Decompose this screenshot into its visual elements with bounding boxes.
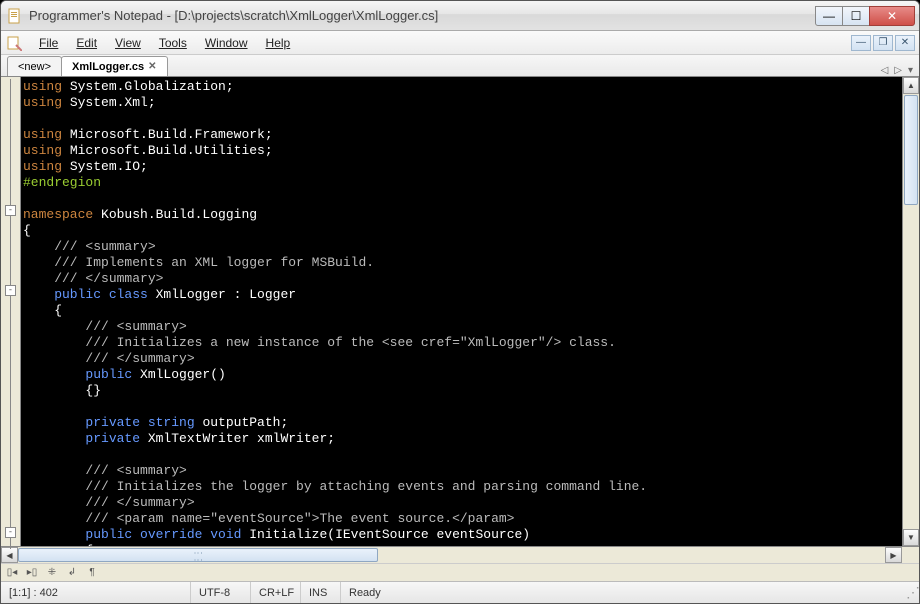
scroll-thumb[interactable] — [904, 95, 918, 205]
editor-area: - - - using System.Globalization; using … — [1, 77, 919, 546]
tabbar: <new> XmlLogger.cs✕ ◁ ▷ ▾ — [1, 55, 919, 77]
menu-help[interactable]: Help — [258, 34, 299, 52]
fold-marker[interactable]: - — [5, 527, 16, 538]
scroll-up-icon[interactable]: ▲ — [903, 77, 919, 94]
titlebar[interactable]: Programmer's Notepad - [D:\projects\scra… — [1, 1, 919, 31]
mdi-minimize-button[interactable]: — — [851, 35, 871, 51]
bookmark-prev-icon[interactable]: ▯◂ — [5, 566, 19, 580]
tab-close-icon[interactable]: ✕ — [148, 61, 156, 72]
status-lineending[interactable]: CR+LF — [251, 582, 301, 603]
scroll-corner — [902, 547, 919, 563]
status-message: Ready — [341, 582, 899, 603]
status-insertmode[interactable]: INS — [301, 582, 341, 603]
tab-new[interactable]: <new> — [7, 56, 62, 76]
pilcrow-icon[interactable]: ¶ — [85, 566, 99, 580]
tab-prev-icon[interactable]: ◁ — [879, 65, 891, 76]
bookmark-next-icon[interactable]: ▸▯ — [25, 566, 39, 580]
menu-view[interactable]: View — [107, 34, 149, 52]
fold-gutter[interactable]: - - - — [1, 77, 21, 546]
mdi-close-button[interactable]: ✕ — [895, 35, 915, 51]
new-file-icon[interactable] — [5, 34, 23, 52]
tab-xmllogger[interactable]: XmlLogger.cs✕ — [61, 56, 168, 76]
vertical-scrollbar[interactable]: ▲ ▼ — [902, 77, 919, 546]
statusbar: [1:1] : 402 UTF-8 CR+LF INS Ready ⋰ — [1, 581, 919, 603]
app-window: Programmer's Notepad - [D:\projects\scra… — [0, 0, 920, 604]
close-button[interactable]: ✕ — [869, 6, 915, 26]
fold-marker[interactable]: - — [5, 205, 16, 216]
app-icon — [7, 8, 23, 24]
minimize-button[interactable]: — — [815, 6, 843, 26]
code-editor[interactable]: using System.Globalization; using System… — [21, 77, 902, 546]
tab-next-icon[interactable]: ▷ — [892, 65, 904, 76]
menubar: File Edit View Tools Window Help — ❐ ✕ — [1, 31, 919, 55]
menu-tools[interactable]: Tools — [151, 34, 195, 52]
mdi-restore-button[interactable]: ❐ — [873, 35, 893, 51]
scroll-down-icon[interactable]: ▼ — [903, 529, 919, 546]
status-position: [1:1] : 402 — [1, 582, 191, 603]
status-encoding[interactable]: UTF-8 — [191, 582, 251, 603]
scroll-left-icon[interactable]: ◀ — [1, 547, 18, 563]
menu-edit[interactable]: Edit — [68, 34, 105, 52]
maximize-button[interactable]: ☐ — [842, 6, 870, 26]
horizontal-scrollbar[interactable]: ◀ ▶ — [1, 546, 919, 563]
fold-marker[interactable]: - — [5, 285, 16, 296]
tab-list-icon[interactable]: ▾ — [906, 65, 915, 76]
hscroll-thumb[interactable] — [18, 548, 378, 562]
scroll-right-icon[interactable]: ▶ — [885, 547, 902, 563]
wordwrap-icon[interactable]: ↲ — [65, 566, 79, 580]
bottom-toolbar: ▯◂ ▸▯ ⁜ ↲ ¶ — [1, 563, 919, 581]
resize-grip[interactable]: ⋰ — [899, 584, 919, 601]
menu-window[interactable]: Window — [197, 34, 256, 52]
whitespace-icon[interactable]: ⁜ — [45, 566, 59, 580]
window-title: Programmer's Notepad - [D:\projects\scra… — [29, 8, 816, 23]
menu-file[interactable]: File — [31, 34, 66, 52]
